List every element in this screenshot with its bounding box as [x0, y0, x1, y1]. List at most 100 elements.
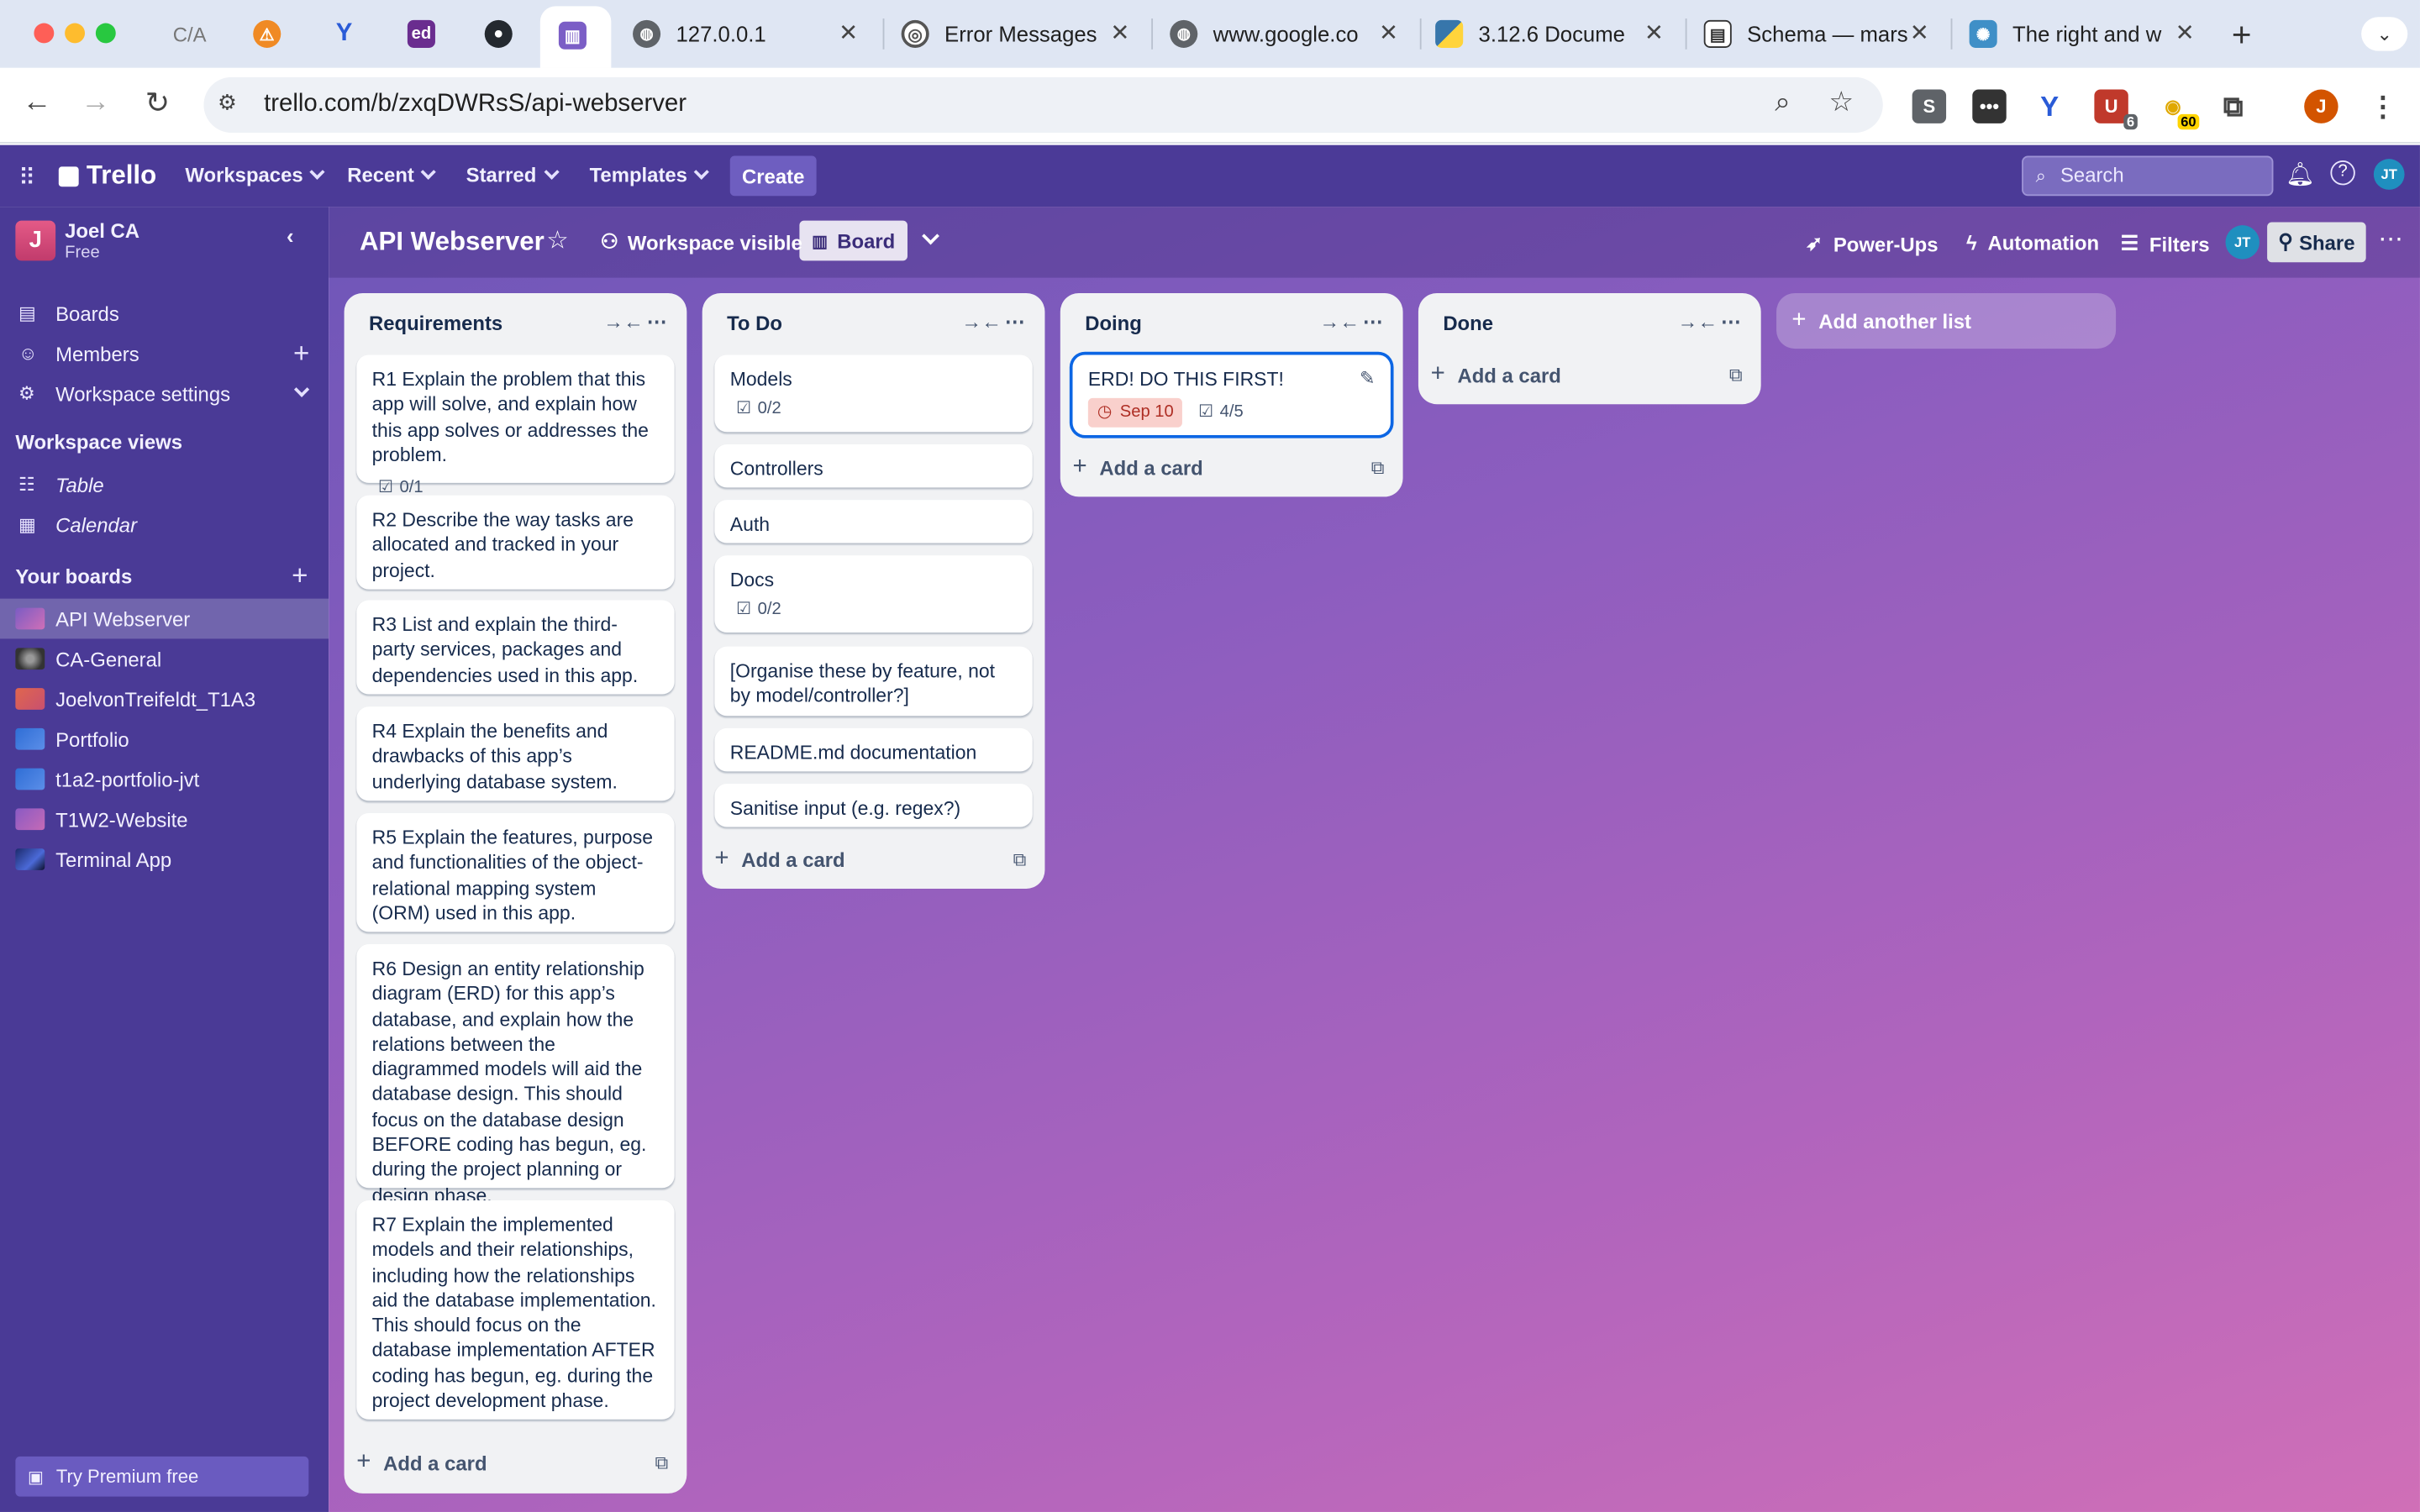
card-template-icon[interactable]: ⧉: [1013, 848, 1027, 872]
browser-tab[interactable]: ed: [389, 9, 450, 59]
templates-menu[interactable]: Templates: [590, 164, 710, 186]
board-member-avatar[interactable]: JT: [2225, 225, 2260, 260]
reload-icon[interactable]: ↻: [139, 87, 176, 122]
try-premium-button[interactable]: ▣ Try Premium free: [15, 1456, 309, 1497]
sidebar-item-workspace-settings[interactable]: ⚙ Workspace settings: [0, 373, 329, 413]
close-window-button[interactable]: [34, 23, 55, 44]
browser-tab[interactable]: ●: [466, 9, 528, 59]
list-menu-dots-icon[interactable]: ⋯: [1005, 310, 1025, 334]
card-template-icon[interactable]: ⧉: [1729, 364, 1743, 387]
add-card-button[interactable]: + Add a card: [1431, 361, 1561, 389]
due-date-badge[interactable]: ◷ Sep 10: [1087, 398, 1183, 428]
forward-arrow-icon[interactable]: →: [77, 87, 114, 120]
kebab-menu-icon[interactable]: ⋮: [2366, 90, 2400, 123]
close-tab-icon[interactable]: ✕: [1644, 18, 1664, 46]
sidebar-item-members[interactable]: ☺ Members +: [0, 333, 329, 374]
list-menu-dots-icon[interactable]: ⋯: [1363, 310, 1383, 334]
card[interactable]: R1 Explain the problem that this app wil…: [356, 354, 675, 497]
sidebar-item-calendar[interactable]: ▦ Calendar: [0, 505, 329, 545]
card[interactable]: R7 Explain the implemented models and th…: [356, 1200, 675, 1420]
collapse-list-icon[interactable]: →←: [1677, 310, 1718, 333]
browser-tab[interactable]: ✺ The right and w ✕: [1951, 9, 2217, 59]
password-extension-icon[interactable]: •••: [1972, 89, 2007, 123]
sidebar-board-t1a2-portfolio[interactable]: t1a2-portfolio-jvt: [0, 759, 329, 800]
search-input[interactable]: ⌕ Search: [2022, 155, 2274, 197]
automation-button[interactable]: ϟ Automation: [1966, 232, 2099, 255]
new-tab-icon[interactable]: +: [2232, 15, 2252, 55]
list-title[interactable]: Doing: [1085, 312, 1142, 335]
browser-tab[interactable]: ◍ www.google.co ✕: [1151, 9, 1420, 59]
sidebar-board-api-webserver[interactable]: API Webserver: [0, 598, 329, 639]
board-menu-dots-icon[interactable]: ⋯: [2378, 223, 2402, 255]
star-board-icon[interactable]: ☆: [546, 225, 568, 256]
card-template-icon[interactable]: ⧉: [655, 1452, 669, 1475]
add-card-button[interactable]: + Add a card: [1073, 454, 1203, 481]
card[interactable]: R4 Explain the benefits and drawbacks of…: [356, 706, 675, 801]
workspaces-menu[interactable]: Workspaces: [185, 164, 326, 186]
edit-pencil-icon[interactable]: ✎: [1360, 365, 1375, 391]
list-menu-dots-icon[interactable]: ⋯: [647, 310, 667, 334]
tab-search-chevron-icon[interactable]: ⌄: [2361, 17, 2408, 51]
card[interactable]: Docs ☑ 0/2: [714, 555, 1033, 633]
add-list-button[interactable]: + Add another list: [1776, 292, 2117, 349]
card-selected[interactable]: ERD! DO THIS FIRST! ✎ ◷ Sep 10 ☑ 4/5: [1072, 354, 1391, 435]
chevron-down-icon[interactable]: [293, 381, 310, 397]
list-title[interactable]: To Do: [727, 312, 782, 335]
sidebar-item-table[interactable]: ☷ Table: [0, 465, 329, 505]
card[interactable]: Sanitise input (e.g. regex?): [714, 784, 1033, 827]
power-ups-button[interactable]: ➶ Power-Ups: [1806, 232, 1939, 256]
filters-button[interactable]: ☰ Filters: [2121, 232, 2210, 256]
add-member-plus-icon[interactable]: +: [293, 339, 309, 367]
sidebar-board-portfolio[interactable]: Portfolio: [0, 719, 329, 759]
visibility-button[interactable]: ⚇ Workspace visible: [600, 230, 802, 255]
browser-tab[interactable]: ▤ Schema — mars ✕: [1686, 9, 1951, 59]
close-tab-icon[interactable]: ✕: [1910, 18, 1929, 46]
trello-logo[interactable]: Trello: [58, 160, 156, 192]
y-extension-icon[interactable]: Y: [2033, 90, 2066, 123]
sidebar-board-terminal-app[interactable]: Terminal App: [0, 839, 329, 879]
collapse-list-icon[interactable]: →←: [603, 310, 644, 333]
card[interactable]: Auth: [714, 500, 1033, 543]
close-tab-icon[interactable]: ✕: [2175, 18, 2195, 46]
share-button[interactable]: ⚲ Share: [2267, 222, 2366, 263]
card[interactable]: Controllers: [714, 444, 1033, 488]
sidebar-board-ca-general[interactable]: CA-General: [0, 638, 329, 679]
card[interactable]: R2 Describe the way tasks are allocated …: [356, 495, 675, 590]
close-tab-icon[interactable]: ✕: [839, 18, 858, 46]
site-settings-icon[interactable]: ⚙: [218, 90, 237, 116]
view-switch-chevron-icon[interactable]: [922, 227, 939, 245]
collapse-sidebar-chevron-icon[interactable]: ‹: [271, 223, 308, 257]
card[interactable]: R6 Design an entity relationship diagram…: [356, 944, 675, 1206]
browser-tab[interactable]: ◍ 127.0.0.1 ✕: [614, 9, 880, 59]
sidebar-board-t1w2-website[interactable]: T1W2-Website: [0, 799, 329, 839]
add-card-button[interactable]: + Add a card: [356, 1449, 487, 1477]
back-arrow-icon[interactable]: ←: [18, 87, 55, 120]
collapse-list-icon[interactable]: →←: [1319, 310, 1360, 333]
recent-menu[interactable]: Recent: [347, 164, 437, 186]
notifications-icon[interactable]: 🔔︎: [2286, 160, 2315, 188]
add-card-button[interactable]: + Add a card: [714, 846, 844, 874]
coin-extension-icon[interactable]: ◉ 60: [2156, 90, 2200, 130]
user-avatar[interactable]: JT: [2373, 159, 2405, 190]
collapse-list-icon[interactable]: →←: [961, 310, 1002, 333]
list-title[interactable]: Done: [1443, 312, 1493, 335]
browser-tab[interactable]: 3.12.6 Docume ✕: [1417, 9, 1686, 59]
zoom-icon[interactable]: ⌕: [1775, 87, 1791, 119]
board-view-button[interactable]: ▥ Board: [799, 220, 908, 261]
zoom-window-button[interactable]: [95, 23, 116, 44]
address-bar[interactable]: ⚙ trello.com/b/zxqDWRsS/api-webserver ⌕ …: [203, 76, 1883, 133]
browser-tab-active[interactable]: ▥: [539, 6, 612, 68]
puzzle-extensions-icon[interactable]: ⧉: [2217, 90, 2250, 123]
add-board-plus-icon[interactable]: +: [292, 562, 308, 590]
sidebar-board-t1a3[interactable]: JoelvonTreifeldt_T1A3: [0, 679, 329, 719]
s-extension-icon[interactable]: S: [1912, 89, 1947, 123]
card[interactable]: R5 Explain the features, purpose and fun…: [356, 812, 675, 932]
close-tab-icon[interactable]: ✕: [1110, 18, 1129, 46]
card[interactable]: Models ☑ 0/2: [714, 354, 1033, 433]
bookmark-star-icon[interactable]: ☆: [1828, 87, 1854, 119]
close-tab-icon[interactable]: ✕: [1379, 18, 1398, 46]
browser-tab[interactable]: Y: [312, 9, 373, 59]
list-title[interactable]: Requirements: [369, 312, 502, 335]
browser-tab[interactable]: C/A: [155, 9, 219, 59]
card-template-icon[interactable]: ⧉: [1371, 457, 1385, 480]
